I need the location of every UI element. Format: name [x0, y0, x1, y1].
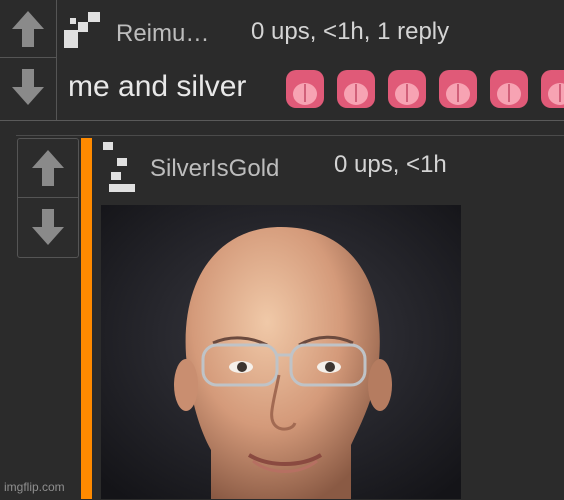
comment-meta: 0 ups, <1h, 1 reply	[251, 18, 450, 45]
arrow-up-icon	[32, 150, 64, 186]
comment-divider	[0, 120, 564, 121]
downvote-button[interactable]	[0, 58, 56, 115]
emoji-row	[284, 68, 564, 110]
username-link[interactable]: Reimu…	[116, 20, 209, 48]
tongue-emoji-icon	[286, 70, 324, 108]
top-comment-vote-column	[0, 0, 57, 120]
reply-meta: 0 ups, <1h	[334, 151, 447, 178]
reply-image	[101, 205, 461, 499]
arrow-down-icon	[12, 68, 44, 105]
user-avatar-icon[interactable]	[103, 142, 137, 192]
portrait-illustration	[101, 205, 461, 499]
watermark-text: imgflip.com	[4, 480, 65, 494]
tongue-emoji-icon	[388, 70, 426, 108]
arrow-down-icon	[32, 209, 64, 245]
reply-downvote-button[interactable]	[18, 198, 78, 256]
reply-username-link[interactable]: SilverIsGold	[150, 155, 279, 183]
reply-thread-indicator	[81, 138, 92, 499]
reply-upvote-button[interactable]	[18, 139, 78, 198]
comment-text: me and silver	[68, 70, 247, 103]
user-avatar-icon[interactable]	[64, 12, 104, 48]
tongue-emoji-icon	[337, 70, 375, 108]
upvote-button[interactable]	[0, 0, 56, 58]
tongue-emoji-icon	[490, 70, 528, 108]
tongue-emoji-icon	[541, 70, 564, 108]
tongue-emoji-icon	[439, 70, 477, 108]
reply-vote-column	[17, 138, 79, 258]
arrow-up-icon	[12, 10, 44, 47]
